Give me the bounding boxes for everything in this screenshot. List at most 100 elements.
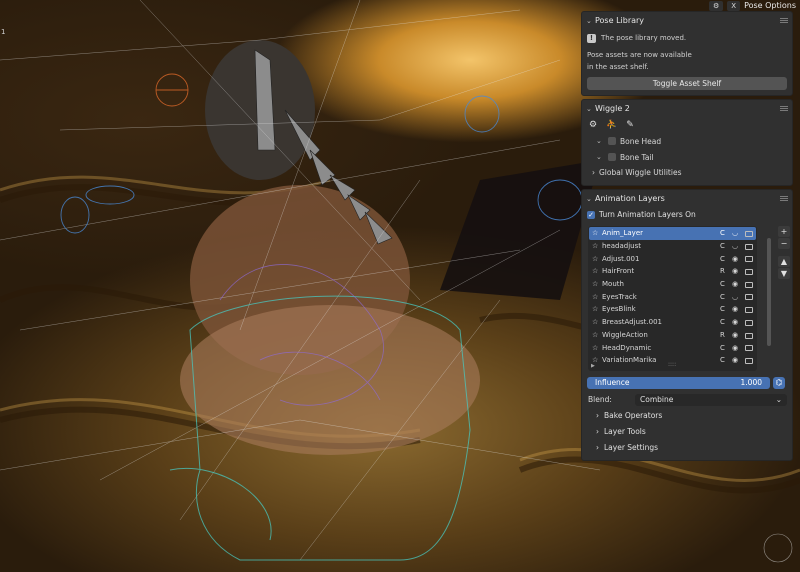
remove-layer-button[interactable]: − [778,238,790,249]
pose-options-tab[interactable]: Pose Options [744,1,796,10]
bone-tail-checkbox[interactable] [608,153,616,161]
star-icon[interactable]: ☆ [592,255,602,263]
layer-settings-subpanel[interactable]: › Layer Settings [587,439,787,455]
star-icon[interactable]: ☆ [592,280,602,288]
layer-blend-mode[interactable]: C [720,318,728,326]
keyframe-icon[interactable]: ⌬ [773,376,785,389]
blend-select[interactable]: Combine ⌄ [635,393,787,406]
influence-slider[interactable]: Influence 1.000 [587,376,770,389]
lock-icon[interactable] [745,281,753,288]
bone-head-checkbox[interactable] [608,137,616,145]
layer-row[interactable]: ☆ Anim_Layer C ◡ [589,227,756,240]
layer-blend-mode[interactable]: R [720,331,728,339]
star-icon[interactable]: ☆ [592,242,602,250]
eye-icon[interactable]: ◉ [732,255,742,263]
filter-triangle-icon[interactable]: ▶ [591,363,595,369]
layer-blend-mode[interactable]: C [720,242,728,250]
bone-head-label: Bone Head [620,136,662,146]
layer-blend-mode[interactable]: C [720,229,728,237]
layer-blend-mode[interactable]: C [720,356,728,364]
eye-icon[interactable]: ◉ [732,356,742,364]
eye-closed-icon[interactable]: ◡ [732,242,742,250]
layer-row[interactable]: ☆ BreastAdjust.001 C ◉ [589,316,756,329]
star-icon[interactable]: ☆ [592,305,602,313]
lock-icon[interactable] [745,332,753,339]
layer-row[interactable]: ☆ headadjust C ◡ [589,240,756,253]
layer-name[interactable]: WiggleAction [602,331,648,339]
star-icon[interactable]: ☆ [592,229,602,237]
global-wiggle-utilities[interactable]: › Global Wiggle Utilities [587,165,787,180]
star-icon[interactable]: ☆ [592,344,602,352]
add-layer-button[interactable]: + [778,226,790,237]
layer-row[interactable]: ☆ Adjust.001 C ◉ [589,252,756,265]
turn-layers-on-row[interactable]: ✓ Turn Animation Layers On [587,207,787,222]
layer-row[interactable]: ☆ WiggleAction R ◉ [589,329,756,342]
layer-name[interactable]: Adjust.001 [602,255,639,263]
layer-blend-mode[interactable]: C [720,255,728,263]
star-icon[interactable]: ☆ [592,293,602,301]
bone-head-row[interactable]: ⌄ Bone Head [587,133,787,149]
layer-name[interactable]: EyesTrack [602,293,637,301]
wiggle-run-icon[interactable]: ⛹ [606,120,617,130]
eye-closed-icon[interactable]: ◡ [732,293,742,301]
move-up-button[interactable]: ▲ [778,256,790,267]
gizmo-toggle-icon[interactable]: ⚙ [708,0,724,11]
layer-row[interactable]: ☆ Mouth C ◉ [589,278,756,291]
eye-icon[interactable]: ◉ [732,344,742,352]
layer-blend-mode[interactable]: C [720,293,728,301]
layer-blend-mode[interactable]: R [720,267,728,275]
lock-icon[interactable] [745,345,753,352]
wiggle-bake-icon[interactable]: ⚙ [589,120,597,130]
layer-name[interactable]: BreastAdjust.001 [602,318,662,326]
lock-icon[interactable] [745,319,753,326]
layer-blend-mode[interactable]: C [720,305,728,313]
layer-list[interactable]: ☆ Anim_Layer C ◡ ☆ headadjust C ◡ ☆ Adjust.001 C ◉ ☆… [588,226,757,371]
layer-blend-mode[interactable]: C [720,344,728,352]
turn-layers-on-checkbox[interactable]: ✓ [587,210,595,219]
pose-library-header[interactable]: ⌄ Pose Library [582,12,792,29]
toggle-asset-shelf-button[interactable]: Toggle Asset Shelf [587,77,787,90]
layer-list-scrollbar[interactable] [767,238,771,346]
layer-row[interactable]: ☆ EyesTrack C ◡ [589,290,756,303]
eye-icon[interactable]: ◉ [732,280,742,288]
drag-grip-icon[interactable] [780,106,788,111]
axis-x-button[interactable]: X [727,0,741,11]
lock-icon[interactable] [745,294,753,301]
animation-layers-header[interactable]: ⌄ Animation Layers [582,190,792,207]
layer-name[interactable]: HairFront [602,267,634,275]
layer-name[interactable]: Anim_Layer [602,229,643,237]
eye-icon[interactable]: ◉ [732,267,742,275]
eye-icon[interactable]: ◉ [732,331,742,339]
bake-operators-subpanel[interactable]: › Bake Operators [587,407,787,423]
lock-icon[interactable] [745,269,753,276]
star-icon[interactable]: ☆ [592,267,602,275]
lock-icon[interactable] [745,307,753,314]
lock-icon[interactable] [745,243,753,250]
layer-row[interactable]: ☆ HairFront R ◉ [589,265,756,278]
wiggle-header[interactable]: ⌄ Wiggle 2 [582,100,792,117]
bone-tail-row[interactable]: ⌄ Bone Tail [587,149,787,165]
layer-row[interactable]: ☆ EyesBlink C ◉ [589,303,756,316]
move-down-button[interactable]: ▼ [778,268,790,279]
lock-icon[interactable] [745,357,753,364]
layer-row[interactable]: ☆ HeadDynamic C ◉ [589,341,756,354]
layer-name[interactable]: VariationMarika [602,356,656,364]
layer-tools-subpanel[interactable]: › Layer Tools [587,423,787,439]
eye-icon[interactable]: ◉ [732,318,742,326]
lock-icon[interactable] [745,231,753,237]
layer-name[interactable]: Mouth [602,280,624,288]
wiggle-bone-icon[interactable]: ✎ [626,120,634,130]
layer-name[interactable]: headadjust [602,242,641,250]
layer-name[interactable]: HeadDynamic [602,344,651,352]
layer-name[interactable]: EyesBlink [602,305,636,313]
star-icon[interactable]: ☆ [592,331,602,339]
eye-closed-icon[interactable]: ◡ [732,229,742,237]
lock-icon[interactable] [745,256,753,263]
pose-library-panel: ⌄ Pose Library ! The pose library moved.… [581,11,793,96]
eye-icon[interactable]: ◉ [732,305,742,313]
layer-blend-mode[interactable]: C [720,280,728,288]
drag-grip-icon[interactable] [780,196,788,201]
list-resize-grip[interactable]: :::: [668,361,676,368]
star-icon[interactable]: ☆ [592,318,602,326]
drag-grip-icon[interactable] [780,18,788,23]
